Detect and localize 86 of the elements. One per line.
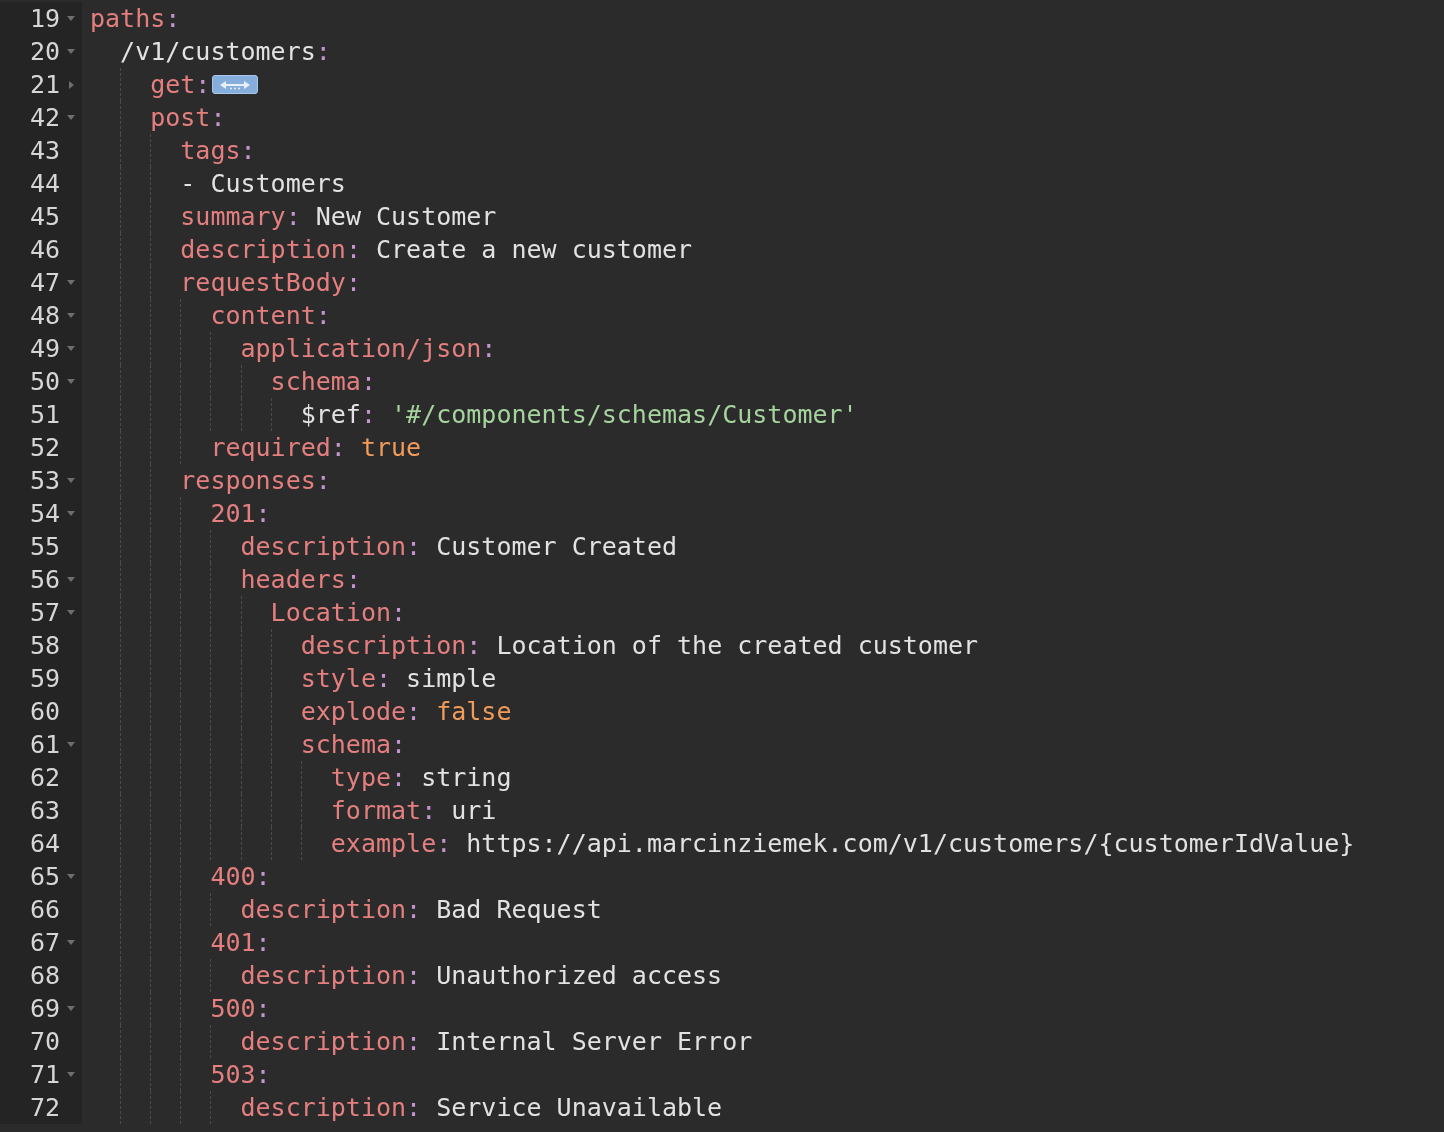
code-line: schema: [269, 366, 376, 398]
fold-arrow-icon[interactable] [67, 940, 75, 945]
line-number: 43 [28, 135, 60, 167]
code-line: - Customers [179, 168, 346, 200]
code-line: application/json: [239, 333, 497, 365]
code-line: description: Location of the created customer [299, 630, 979, 662]
fold-arrow-icon[interactable] [67, 346, 75, 351]
line-number: 59 [28, 663, 60, 695]
line-number: 56 [28, 564, 60, 596]
fold-arrow-icon[interactable] [67, 379, 75, 384]
code-line: 201: [209, 498, 271, 530]
code-line: description: Service Unavailable [239, 1092, 723, 1124]
fold-arrow-icon[interactable] [67, 742, 75, 747]
code-line: 400: [209, 861, 271, 893]
folded-code-button[interactable] [212, 75, 259, 94]
line-number: 69 [28, 993, 60, 1025]
line-number: 44 [28, 168, 60, 200]
line-number: 67 [28, 927, 60, 959]
code-line: summary: New Customer [179, 201, 497, 233]
line-number: 21 [28, 69, 60, 101]
code-line: post: [149, 102, 226, 134]
code-line: description: Create a new customer [179, 234, 693, 266]
line-number: 71 [28, 1059, 60, 1091]
code-line: example: https://api.marcinziemek.com/v1/customers/{customerIdValue} [329, 828, 1355, 860]
fold-arrow-icon[interactable] [67, 115, 75, 120]
fold-arrow-icon[interactable] [67, 478, 75, 483]
code-line: 500: [209, 993, 271, 1025]
fold-arrow-icon[interactable] [67, 49, 75, 54]
line-number: 46 [28, 234, 60, 266]
line-number: 72 [28, 1092, 60, 1124]
fold-arrow-icon[interactable] [67, 511, 75, 516]
code-line: description: Customer Created [239, 531, 677, 563]
line-number: 45 [28, 201, 60, 233]
fold-arrow-icon[interactable] [67, 16, 75, 21]
line-number: 54 [28, 498, 60, 530]
code-line: schema: [299, 729, 407, 761]
line-number: 53 [28, 465, 60, 497]
code-line: explode: false [299, 696, 512, 728]
code-line: get: [149, 69, 211, 101]
code-line: $ref: '#/components/schemas/Customer' [299, 399, 858, 431]
line-number: 47 [28, 267, 60, 299]
fold-arrow-icon[interactable] [67, 280, 75, 285]
line-number: 19 [28, 3, 60, 35]
code-line: Location: [269, 597, 407, 629]
code-line: 503: [209, 1059, 271, 1091]
line-number: 66 [28, 894, 60, 926]
line-number: 63 [28, 795, 60, 827]
line-number: 51 [28, 399, 60, 431]
line-number: 48 [28, 300, 60, 332]
code-line: required: true [209, 432, 422, 464]
line-number: 52 [28, 432, 60, 464]
code-line: description: Internal Server Error [239, 1026, 753, 1058]
fold-arrow-icon[interactable] [67, 1006, 75, 1011]
line-number: 64 [28, 828, 60, 860]
code-line: format: uri [329, 795, 497, 827]
expand-arrow-icon[interactable] [68, 80, 74, 89]
code-line: content: [209, 300, 331, 332]
code-line: description: Unauthorized access [239, 960, 723, 992]
line-number: 65 [28, 861, 60, 893]
code-line: 401: [209, 927, 271, 959]
code-line: description: Bad Request [239, 894, 602, 926]
code-line: tags: [179, 135, 256, 167]
code-line: requestBody: [179, 267, 361, 299]
line-number: 55 [28, 531, 60, 563]
line-number: 20 [28, 36, 60, 68]
fold-arrow-icon[interactable] [67, 577, 75, 582]
fold-arrow-icon[interactable] [67, 610, 75, 615]
line-number: 50 [28, 366, 60, 398]
line-number: 42 [28, 102, 60, 134]
code-line: style: simple [299, 663, 497, 695]
code-line: /v1/customers: [119, 36, 331, 68]
line-number: 62 [28, 762, 60, 794]
code-line: responses: [179, 465, 331, 497]
fold-arrow-icon[interactable] [67, 874, 75, 879]
line-number: 68 [28, 960, 60, 992]
code-line: type: string [329, 762, 512, 794]
line-number: 49 [28, 333, 60, 365]
line-number: 70 [28, 1026, 60, 1058]
code-line: paths: [90, 3, 181, 35]
fold-arrow-icon[interactable] [67, 1072, 75, 1077]
line-number: 60 [28, 696, 60, 728]
fold-arrow-icon[interactable] [67, 313, 75, 318]
line-number: 58 [28, 630, 60, 662]
line-number: 57 [28, 597, 60, 629]
code-line: headers: [239, 564, 361, 596]
line-number: 61 [28, 729, 60, 761]
